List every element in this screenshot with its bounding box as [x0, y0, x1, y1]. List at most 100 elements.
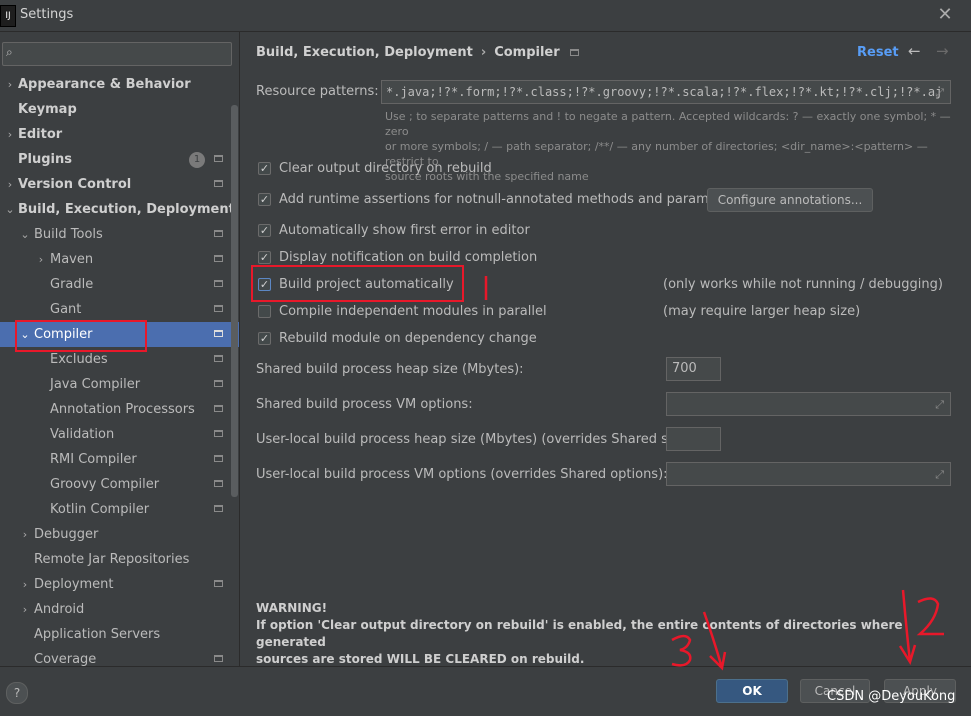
- checkbox[interactable]: ✓: [258, 224, 271, 237]
- sidebar-item-label: Plugins: [18, 152, 72, 167]
- search-icon: ⌕: [6, 45, 13, 59]
- sidebar-item-appearance-behavior[interactable]: › Appearance & Behavior: [0, 72, 239, 97]
- sidebar-item-label: Java Compiler: [50, 377, 141, 392]
- csdn-watermark: CSDN @DeyouKong: [827, 689, 956, 704]
- dialog-footer: ? OK Cancel Apply CSDN @DeyouKong: [0, 666, 971, 716]
- sidebar-item-label: Remote Jar Repositories: [34, 552, 190, 567]
- sidebar-item-label: Editor: [18, 127, 63, 142]
- sidebar-item-gradle[interactable]: Gradle: [0, 272, 239, 297]
- checkbox[interactable]: ✓: [258, 193, 271, 206]
- breadcrumb-parent: Build, Execution, Deployment: [256, 45, 473, 60]
- sidebar-item-maven[interactable]: › Maven: [0, 247, 239, 272]
- sidebar-item-rmi-compiler[interactable]: RMI Compiler: [0, 447, 239, 472]
- checkbox-label: Add runtime assertions for notnull-annot…: [279, 192, 743, 207]
- sidebar-item-editor[interactable]: › Editor: [0, 122, 239, 147]
- project-scope-icon: [214, 405, 223, 412]
- shared-vm-input[interactable]: ⤢: [666, 392, 951, 416]
- sidebar-item-kotlin-compiler[interactable]: Kotlin Compiler: [0, 497, 239, 522]
- shared-heap-label: Shared build process heap size (Mbytes):: [256, 362, 524, 377]
- checkbox-label: Compile independent modules in parallel: [279, 304, 547, 319]
- ok-button[interactable]: OK: [716, 679, 788, 703]
- sidebar-item-label: RMI Compiler: [50, 452, 137, 467]
- chevron-down-icon[interactable]: ⌄: [19, 222, 31, 247]
- checkbox[interactable]: ✓: [258, 332, 271, 345]
- sidebar-item-groovy-compiler[interactable]: Groovy Compiler: [0, 472, 239, 497]
- update-count-badge: 1: [189, 152, 205, 168]
- local-heap-input[interactable]: [666, 427, 721, 451]
- warning-message: WARNING! If option 'Clear output directo…: [256, 600, 956, 668]
- sidebar-item-label: Android: [34, 602, 85, 617]
- checkbox[interactable]: ✓: [258, 162, 271, 175]
- sidebar-item-debugger[interactable]: › Debugger: [0, 522, 239, 547]
- project-scope-icon: [214, 305, 223, 312]
- sidebar-item-label: Kotlin Compiler: [50, 502, 150, 517]
- chevron-down-icon[interactable]: ⌄: [4, 197, 16, 222]
- sidebar-item-deployment[interactable]: › Deployment: [0, 572, 239, 597]
- hint-line: Use ; to separate patterns and ! to nega…: [385, 110, 951, 138]
- sidebar-item-label: Annotation Processors: [50, 402, 195, 417]
- chevron-right-icon[interactable]: ›: [19, 597, 31, 622]
- local-vm-input[interactable]: ⤢: [666, 462, 951, 486]
- forward-arrow-icon[interactable]: →: [936, 42, 949, 60]
- shared-vm-label: Shared build process VM options:: [256, 397, 473, 412]
- sidebar-item-gant[interactable]: Gant: [0, 297, 239, 322]
- sidebar-item-android[interactable]: › Android: [0, 597, 239, 622]
- breadcrumb-separator-icon: ›: [480, 45, 487, 60]
- resource-patterns-input[interactable]: *.java;!?*.form;!?*.class;!?*.groovy;!?*…: [381, 80, 951, 104]
- breadcrumb-current: Compiler: [494, 45, 560, 60]
- sidebar-item-build-tools[interactable]: ⌄ Build Tools: [0, 222, 239, 247]
- sidebar-item-annotation-processors[interactable]: Annotation Processors: [0, 397, 239, 422]
- expand-icon[interactable]: ⤢: [935, 394, 944, 416]
- sidebar-item-remote-jar-repositories[interactable]: Remote Jar Repositories: [0, 547, 239, 572]
- sidebar-item-build-execution-deployment[interactable]: ⌄ Build, Execution, Deployment: [0, 197, 239, 222]
- sidebar-item-coverage[interactable]: Coverage: [0, 647, 239, 666]
- sidebar-item-label: Debugger: [34, 527, 99, 542]
- chevron-right-icon[interactable]: ›: [35, 247, 47, 272]
- shared-heap-input[interactable]: 700: [666, 357, 721, 381]
- sidebar-item-java-compiler[interactable]: Java Compiler: [0, 372, 239, 397]
- search-input[interactable]: ⌕: [2, 42, 232, 66]
- sidebar-item-validation[interactable]: Validation: [0, 422, 239, 447]
- checkbox[interactable]: ✓: [258, 251, 271, 264]
- sidebar-item-application-servers[interactable]: Application Servers: [0, 622, 239, 647]
- chevron-right-icon[interactable]: ›: [19, 572, 31, 597]
- warning-line: If option 'Clear output directory on reb…: [256, 618, 903, 649]
- resource-patterns-label: Resource patterns:: [256, 84, 379, 99]
- reset-link[interactable]: Reset: [857, 45, 899, 60]
- project-scope-icon: [214, 380, 223, 387]
- sidebar-item-label: Gant: [50, 302, 82, 317]
- expand-icon[interactable]: ⤢: [935, 464, 944, 486]
- sidebar-item-label: Application Servers: [34, 627, 161, 642]
- configure-annotations-button[interactable]: Configure annotations...: [707, 188, 873, 212]
- chevron-right-icon[interactable]: ›: [19, 522, 31, 547]
- sidebar-item-label: Version Control: [18, 177, 132, 192]
- expand-icon[interactable]: ⤢: [935, 82, 944, 103]
- checkbox[interactable]: [258, 305, 271, 318]
- sidebar-item-plugins[interactable]: Plugins 1: [0, 147, 239, 172]
- chevron-right-icon[interactable]: ›: [4, 72, 16, 97]
- intellij-app-icon: IJ: [0, 5, 16, 27]
- project-scope-icon: [214, 255, 223, 262]
- sidebar-scrollbar[interactable]: [231, 105, 238, 497]
- sidebar-item-label: Appearance & Behavior: [18, 77, 191, 92]
- sidebar-item-keymap[interactable]: Keymap: [0, 97, 239, 122]
- window-title: Settings: [20, 7, 74, 22]
- project-scope-icon: [214, 155, 223, 162]
- project-scope-icon: [214, 330, 223, 337]
- project-scope-icon: [214, 480, 223, 487]
- project-scope-icon: [214, 505, 223, 512]
- checkbox-label: Rebuild module on dependency change: [279, 331, 537, 346]
- project-scope-icon: [214, 180, 223, 187]
- project-scope-icon: [214, 655, 223, 662]
- sidebar-item-label: Build Tools: [34, 227, 103, 242]
- sidebar-item-label: Gradle: [50, 277, 94, 292]
- back-arrow-icon[interactable]: ←: [908, 42, 921, 60]
- sidebar-item-version-control[interactable]: › Version Control: [0, 172, 239, 197]
- chevron-right-icon[interactable]: ›: [4, 122, 16, 147]
- help-button[interactable]: ?: [6, 682, 28, 704]
- sidebar-item-label: Build, Execution, Deployment: [18, 202, 235, 217]
- annotation-box-build-automatically: [251, 265, 464, 302]
- close-icon[interactable]: ✕: [935, 4, 955, 26]
- chevron-right-icon[interactable]: ›: [4, 172, 16, 197]
- title-bar: IJ Settings ✕: [0, 0, 971, 32]
